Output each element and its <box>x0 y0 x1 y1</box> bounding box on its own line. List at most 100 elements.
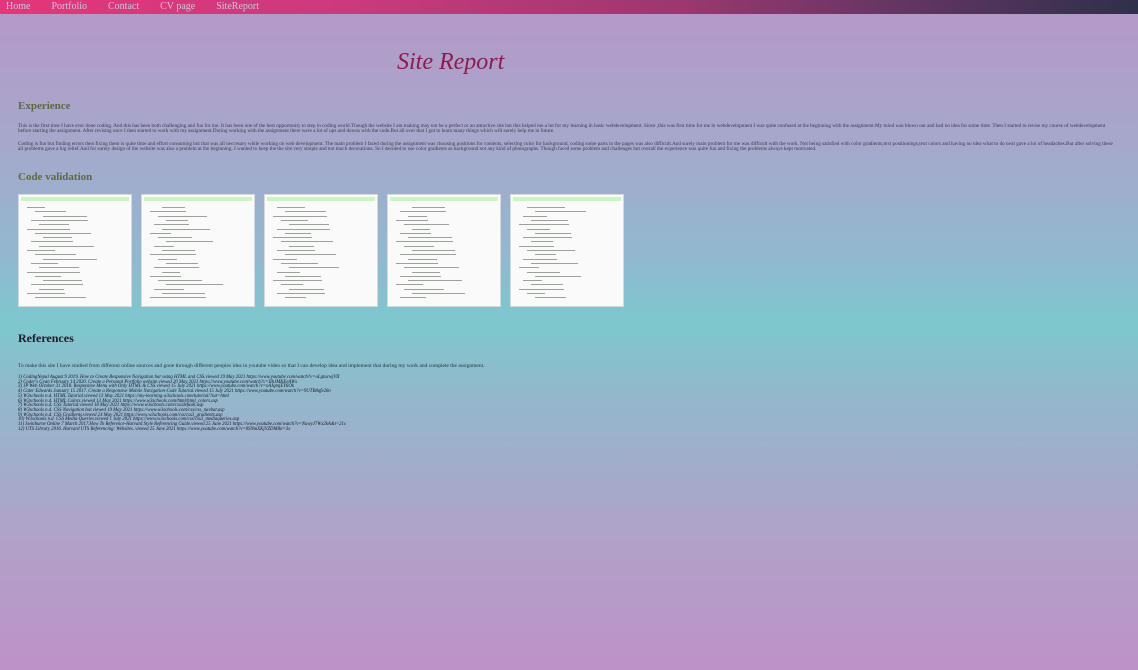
code-line <box>154 245 174 247</box>
code-line <box>404 288 444 290</box>
code-line <box>273 215 327 217</box>
code-line <box>39 224 69 226</box>
code-line <box>523 215 547 217</box>
code-line <box>39 245 94 247</box>
code-line <box>519 224 569 226</box>
code-line <box>285 297 306 299</box>
code-line <box>162 228 210 230</box>
code-validation-heading: Code validation <box>18 171 93 183</box>
code-line <box>396 284 423 286</box>
code-line <box>43 237 72 239</box>
experience-paragraph-2: Coding is fun but finding errors then fi… <box>18 141 1113 152</box>
code-line <box>523 237 572 239</box>
code-line <box>154 224 189 226</box>
code-line <box>43 215 87 217</box>
top-navigation-bar: Home Portfolio Contact CV page SiteRepor… <box>0 0 1138 14</box>
code-line <box>531 262 578 264</box>
code-line <box>527 228 550 230</box>
code-line <box>400 297 426 299</box>
validation-thumbnails <box>18 194 624 307</box>
code-line <box>31 284 83 286</box>
code-line <box>412 293 465 294</box>
code-line <box>166 241 213 243</box>
code-line <box>531 284 563 286</box>
validation-thumbnail[interactable] <box>264 194 378 307</box>
code-line <box>150 275 181 277</box>
code-line <box>277 228 330 230</box>
code-line <box>158 258 177 260</box>
code-line <box>281 241 333 243</box>
code-line <box>285 275 321 277</box>
code-line <box>285 211 326 213</box>
code-line <box>162 293 205 294</box>
code-line <box>531 241 553 243</box>
code-line <box>150 254 196 256</box>
code-line <box>27 293 65 294</box>
code-line <box>273 237 312 239</box>
validation-thumbnail[interactable] <box>18 194 132 307</box>
code-line <box>285 254 336 256</box>
code-line <box>27 228 70 230</box>
code-line <box>27 271 80 273</box>
code-line <box>408 280 462 282</box>
code-line <box>39 267 79 269</box>
code-line <box>166 219 188 221</box>
code-line <box>154 267 199 269</box>
code-line <box>35 297 86 299</box>
code-line <box>35 211 66 213</box>
code-line <box>35 232 91 234</box>
code-line <box>27 207 45 208</box>
code-line <box>166 284 223 286</box>
code-line <box>150 297 206 299</box>
code-line <box>289 224 329 226</box>
validation-thumbnail[interactable] <box>510 194 624 307</box>
code-line <box>154 288 184 290</box>
code-line <box>162 271 180 273</box>
nav-link-portfolio[interactable]: Portfolio <box>51 0 87 14</box>
code-line <box>412 228 430 230</box>
code-line <box>289 245 314 247</box>
code-line <box>527 207 565 208</box>
code-line <box>35 275 61 277</box>
nav-link-home[interactable]: Home <box>6 0 30 14</box>
nav-link-sitereport[interactable]: SiteReport <box>216 0 259 14</box>
code-line <box>150 211 186 213</box>
code-line <box>273 280 322 282</box>
code-line <box>404 224 449 226</box>
validation-thumbnail[interactable] <box>141 194 255 307</box>
references-heading: References <box>18 331 74 345</box>
code-line <box>277 250 315 251</box>
code-line <box>277 293 325 294</box>
code-line <box>408 237 452 239</box>
code-line <box>523 280 542 282</box>
page-title: Site Report <box>397 49 505 75</box>
code-line <box>404 267 459 269</box>
nav-link-contact[interactable]: Contact <box>108 0 139 14</box>
code-line <box>519 267 539 269</box>
experience-paragraph-1: This is the first time I have ever done … <box>18 123 1106 134</box>
code-line <box>162 207 185 208</box>
code-line <box>35 254 76 256</box>
code-line <box>396 262 438 264</box>
code-line <box>535 297 566 299</box>
code-line <box>27 250 55 251</box>
code-line <box>289 267 339 269</box>
code-line <box>162 250 195 251</box>
code-line <box>31 262 58 264</box>
references-intro: To make this site I have studied from di… <box>18 363 485 369</box>
code-line <box>404 245 434 247</box>
validation-thumbnail[interactable] <box>387 194 501 307</box>
code-line <box>289 288 324 290</box>
code-line <box>158 237 192 239</box>
code-line <box>527 250 575 251</box>
nav-link-cv-page[interactable]: CV page <box>160 0 195 14</box>
reference-item: 12) UTS Library 2016. Harvard UTS Refere… <box>18 426 291 432</box>
code-line <box>396 241 453 243</box>
code-line <box>158 215 207 217</box>
code-line <box>150 232 171 234</box>
code-line <box>412 250 455 251</box>
code-line <box>400 275 441 277</box>
code-line <box>527 271 560 273</box>
code-line <box>412 271 440 273</box>
code-line <box>400 232 431 234</box>
